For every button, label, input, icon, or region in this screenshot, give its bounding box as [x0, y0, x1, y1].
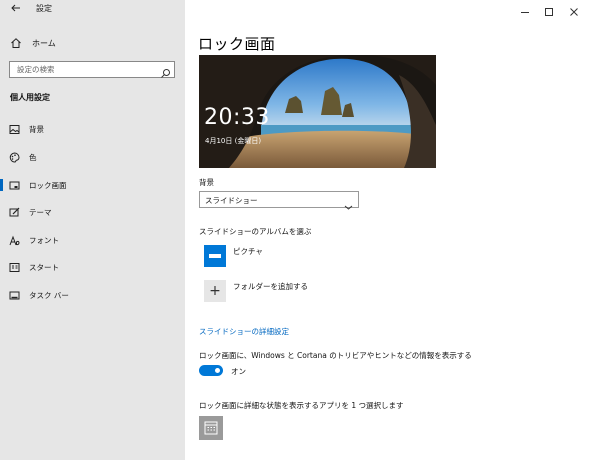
detail-app-label: ロック画面に詳細な状態を表示するアプリを 1 つ選択します: [199, 401, 404, 410]
toggle-knob: [215, 368, 220, 373]
lock-screen-icon: [9, 180, 20, 191]
sidebar-item-label: フォント: [29, 235, 59, 245]
palette-icon: [9, 151, 20, 163]
preview-clock: 20:33: [204, 105, 270, 130]
slideshow-advanced-link[interactable]: スライドショーの詳細設定: [199, 326, 289, 337]
sidebar-item-label: ロック画面: [29, 180, 67, 190]
pictures-folder-icon[interactable]: [204, 245, 226, 267]
search-placeholder: 設定の検索: [17, 65, 55, 74]
folder-bar-icon: [209, 254, 221, 258]
font-icon: [9, 235, 20, 246]
background-dropdown[interactable]: スライドショー: [199, 191, 359, 210]
close-icon[interactable]: [568, 3, 580, 16]
sidebar-item-background[interactable]: 背景: [0, 121, 185, 137]
section-title: 個人用設定: [10, 93, 50, 102]
tips-toggle[interactable]: [199, 365, 223, 376]
sidebar-item-lock-screen[interactable]: ロック画面: [0, 177, 185, 193]
background-dropdown-value: スライドショー: [205, 196, 258, 205]
home-nav-item[interactable]: ホーム: [10, 36, 56, 50]
sidebar-item-label: 背景: [29, 124, 44, 134]
search-icon[interactable]: [160, 64, 171, 78]
sidebar-item-label: タスク バー: [29, 290, 69, 300]
add-folder-label[interactable]: フォルダーを追加する: [233, 281, 308, 292]
theme-brush-icon: [9, 207, 20, 218]
taskbar-icon: [9, 290, 20, 301]
sidebar-item-font[interactable]: フォント: [0, 232, 185, 248]
plus-icon: +: [209, 283, 221, 299]
settings-search-input[interactable]: 設定の検索: [9, 61, 175, 78]
tips-toggle-state: オン: [231, 367, 246, 376]
calendar-icon: [204, 421, 218, 435]
add-folder-button[interactable]: +: [204, 280, 226, 302]
window-title: 設定: [36, 4, 52, 13]
chevron-down-icon: [344, 196, 353, 210]
sidebar-item-taskbar[interactable]: タスク バー: [0, 287, 185, 303]
sidebar: 設定 ホーム 設定の検索 個人用設定 背景 色 ロック画面 テーマ フォント ス…: [0, 0, 185, 460]
preview-date: 4月10日 (金曜日): [205, 137, 262, 145]
start-icon: [9, 262, 20, 273]
sidebar-item-start[interactable]: スタート: [0, 259, 185, 275]
maximize-icon[interactable]: [543, 3, 555, 16]
back-arrow-icon[interactable]: [10, 2, 24, 16]
sidebar-item-color[interactable]: 色: [0, 149, 185, 165]
album-item-label[interactable]: ピクチャ: [233, 246, 263, 257]
background-label: 背景: [199, 178, 214, 187]
tips-label: ロック画面に、Windows と Cortana のトリビアやヒントなどの情報を…: [199, 351, 472, 360]
sidebar-item-label: 色: [29, 152, 37, 162]
minimize-icon[interactable]: [519, 3, 531, 15]
home-label: ホーム: [32, 38, 56, 48]
sidebar-item-theme[interactable]: テーマ: [0, 204, 185, 220]
home-icon: [10, 37, 22, 49]
sidebar-item-label: スタート: [29, 262, 59, 272]
album-label: スライドショーのアルバムを選ぶ: [199, 227, 312, 236]
page-title: ロック画面: [198, 35, 276, 53]
sidebar-item-label: テーマ: [29, 207, 52, 217]
picture-icon: [9, 124, 20, 135]
lock-screen-preview: 20:33 4月10日 (金曜日): [199, 55, 436, 168]
detail-app-button[interactable]: [199, 416, 223, 440]
